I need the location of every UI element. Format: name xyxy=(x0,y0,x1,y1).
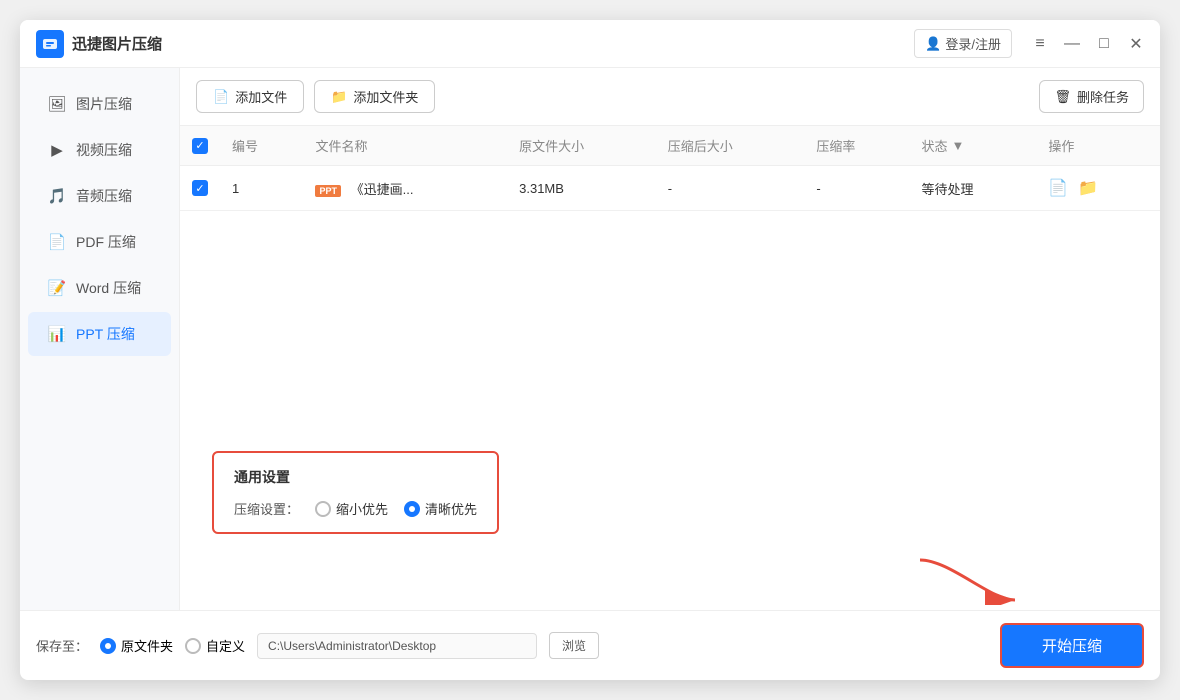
delete-icon: 🗑 xyxy=(1054,89,1071,105)
sidebar-item-ppt[interactable]: 📊 PPT 压缩 xyxy=(28,312,171,356)
sort-icon: ▼ xyxy=(952,138,965,153)
footer: 保存至： 原文件夹 自定义 浏览 开始压缩 xyxy=(20,610,1160,680)
footer-radio-checked xyxy=(100,638,116,654)
open-file-icon[interactable]: 📄 xyxy=(1048,178,1068,198)
sidebar-item-audio[interactable]: 🎵 音频压缩 xyxy=(28,174,171,218)
option-original-folder[interactable]: 原文件夹 xyxy=(100,636,173,655)
col-filename: 文件名称 xyxy=(303,126,507,166)
content-area: 📄 添加文件 📁 添加文件夹 🗑 删除任务 xyxy=(180,68,1160,610)
user-icon: 👤 xyxy=(925,36,941,52)
col-original-size: 原文件大小 xyxy=(507,126,656,166)
window-controls: ≡ — □ ✕ xyxy=(1032,36,1144,52)
video-icon: ▶ xyxy=(48,141,66,159)
close-button[interactable]: ✕ xyxy=(1128,36,1144,52)
open-folder-icon[interactable]: 📁 xyxy=(1078,178,1098,198)
word-icon: 📝 xyxy=(48,279,66,297)
status-sort[interactable]: 状态 ▼ xyxy=(922,136,1025,155)
menu-button[interactable]: ≡ xyxy=(1032,36,1048,52)
app-title: 迅捷图片压缩 xyxy=(72,33,914,54)
start-compress-button[interactable]: 开始压缩 xyxy=(1000,623,1144,668)
audio-icon: 🎵 xyxy=(48,187,66,205)
radio-empty-icon xyxy=(315,501,331,517)
main-area: 🖼 图片压缩 ▶ 视频压缩 🎵 音频压缩 📄 PDF 压缩 📝 Word 压缩 … xyxy=(20,68,1160,610)
settings-title: 通用设置 xyxy=(234,467,477,487)
row-compressed-size: - xyxy=(656,166,805,211)
select-all-checkbox[interactable] xyxy=(192,138,208,154)
browse-button[interactable]: 浏览 xyxy=(549,632,599,659)
pdf-icon: 📄 xyxy=(48,233,66,251)
col-status: 状态 ▼ xyxy=(910,126,1037,166)
select-all-header xyxy=(180,126,220,166)
table-row: 1 PPT 《迅捷画... 3.31MB - - 等待处理 📄 xyxy=(180,166,1160,211)
sidebar-item-pdf[interactable]: 📄 PDF 压缩 xyxy=(28,220,171,264)
row-number: 1 xyxy=(220,166,303,211)
sidebar: 🖼 图片压缩 ▶ 视频压缩 🎵 音频压缩 📄 PDF 压缩 📝 Word 压缩 … xyxy=(20,68,180,610)
app-logo xyxy=(36,30,64,58)
row-status: 等待处理 xyxy=(910,166,1037,211)
save-to-label: 保存至： xyxy=(36,636,88,655)
login-button[interactable]: 👤 登录/注册 xyxy=(914,29,1012,58)
minimize-button[interactable]: — xyxy=(1064,36,1080,52)
sidebar-item-word[interactable]: 📝 Word 压缩 xyxy=(28,266,171,310)
row-ratio: - xyxy=(804,166,909,211)
ppt-file-icon: PPT xyxy=(315,185,341,197)
file-table-area: 编号 文件名称 原文件大小 压缩后大小 压缩率 状态 ▼ 操 xyxy=(180,126,1160,425)
col-ratio: 压缩率 xyxy=(804,126,909,166)
add-file-button[interactable]: 📄 添加文件 xyxy=(196,80,304,113)
app-window: 迅捷图片压缩 👤 登录/注册 ≡ — □ ✕ 🖼 图片压缩 ▶ 视频压缩 🎵 xyxy=(20,20,1160,680)
toolbar: 📄 添加文件 📁 添加文件夹 🗑 删除任务 xyxy=(180,68,1160,126)
row-checkbox[interactable] xyxy=(192,180,208,196)
maximize-button[interactable]: □ xyxy=(1096,36,1112,52)
row-original-size: 3.31MB xyxy=(507,166,656,211)
settings-panel: 通用设置 压缩设置： 缩小优先 清晰优先 xyxy=(212,451,499,534)
col-number: 编号 xyxy=(220,126,303,166)
settings-row: 压缩设置： 缩小优先 清晰优先 xyxy=(234,499,477,518)
row-filename: PPT 《迅捷画... xyxy=(303,166,507,211)
option-clear-priority[interactable]: 清晰优先 xyxy=(404,499,477,518)
row-checkbox-cell xyxy=(180,166,220,211)
settings-section: 通用设置 压缩设置： 缩小优先 清晰优先 xyxy=(180,425,1160,550)
arrow-container xyxy=(180,550,1160,610)
option-small-priority[interactable]: 缩小优先 xyxy=(315,499,388,518)
red-arrow xyxy=(910,550,1030,610)
add-folder-button[interactable]: 📁 添加文件夹 xyxy=(314,80,435,113)
delete-tasks-button[interactable]: 🗑 删除任务 xyxy=(1039,80,1144,113)
row-actions: 📄 📁 xyxy=(1036,166,1160,211)
compress-label: 压缩设置： xyxy=(234,499,299,518)
file-add-icon: 📄 xyxy=(213,89,229,105)
titlebar: 迅捷图片压缩 👤 登录/注册 ≡ — □ ✕ xyxy=(20,20,1160,68)
radio-checked-icon xyxy=(404,501,420,517)
file-table: 编号 文件名称 原文件大小 压缩后大小 压缩率 状态 ▼ 操 xyxy=(180,126,1160,211)
ppt-icon: 📊 xyxy=(48,325,66,343)
sidebar-item-video[interactable]: ▶ 视频压缩 xyxy=(28,128,171,172)
save-path-input[interactable] xyxy=(257,633,537,659)
footer-radio-empty xyxy=(185,638,201,654)
col-compressed-size: 压缩后大小 xyxy=(656,126,805,166)
action-icons: 📄 📁 xyxy=(1048,178,1148,198)
image-icon: 🖼 xyxy=(48,95,66,113)
sidebar-item-image[interactable]: 🖼 图片压缩 xyxy=(28,82,171,126)
folder-add-icon: 📁 xyxy=(331,89,347,105)
col-action: 操作 xyxy=(1036,126,1160,166)
option-custom-folder[interactable]: 自定义 xyxy=(185,636,245,655)
